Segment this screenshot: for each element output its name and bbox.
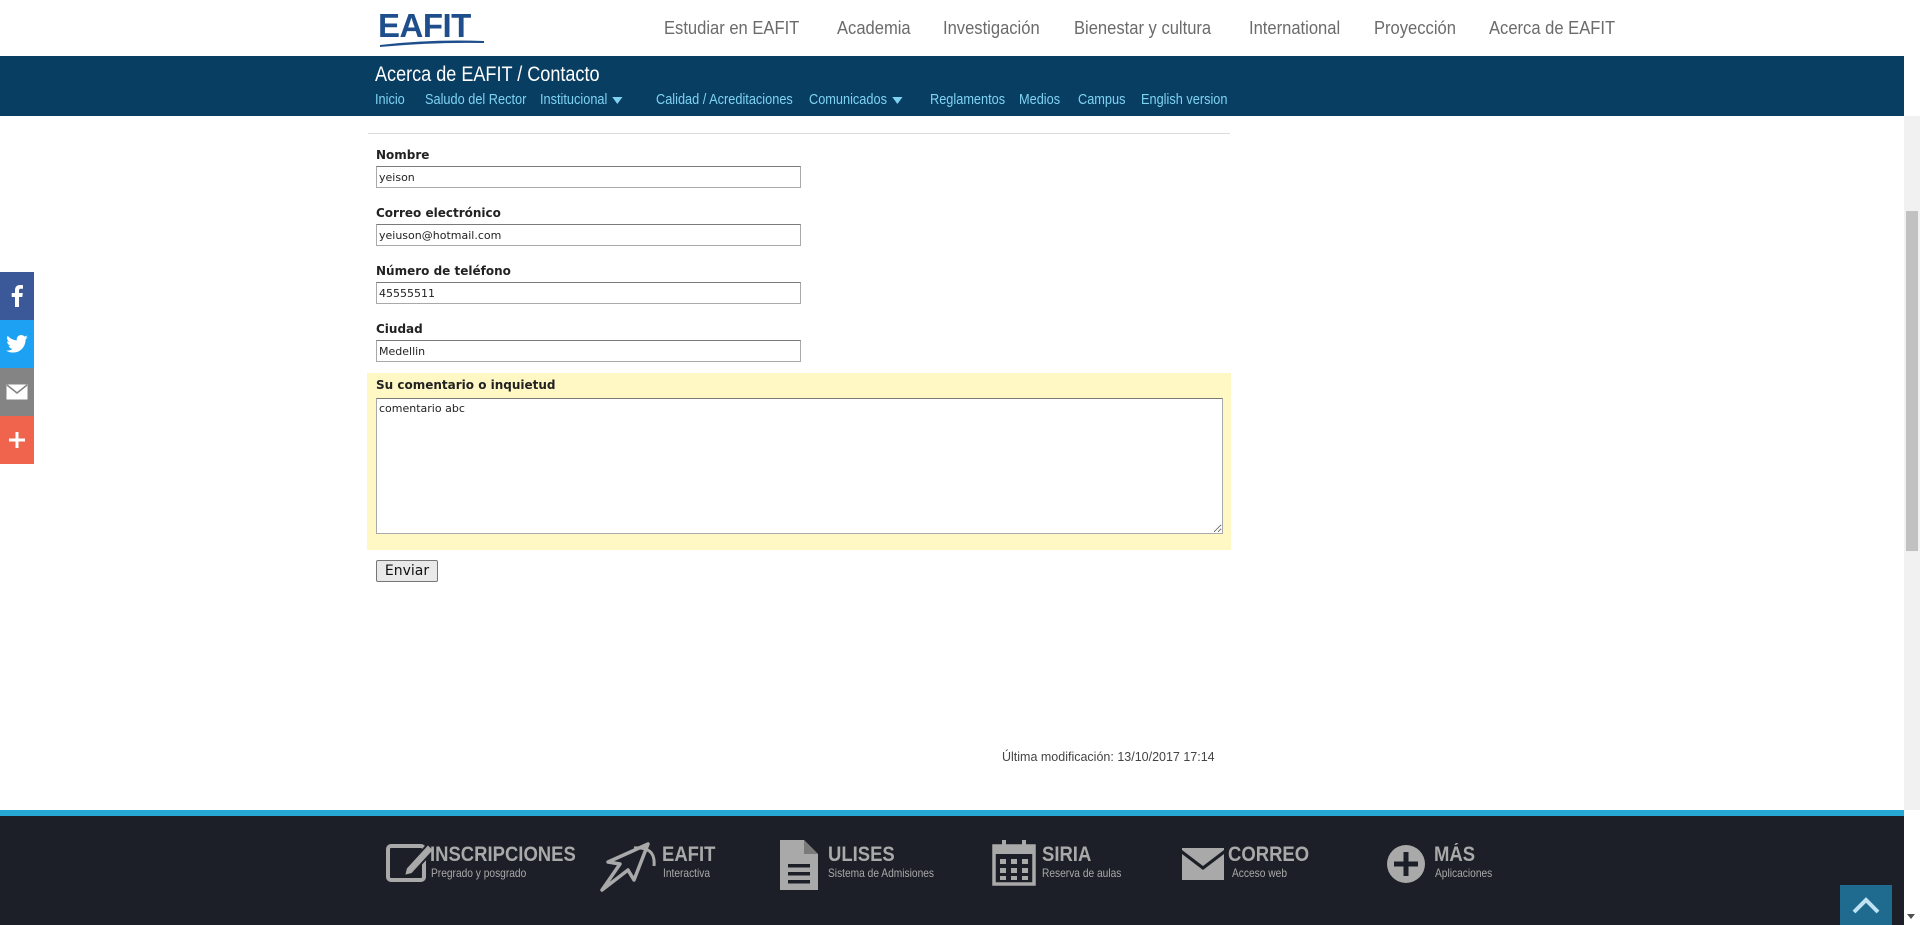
plus-circle-icon	[1387, 845, 1425, 883]
comment-field-highlight: Su comentario o inquietud comentario abc	[367, 373, 1231, 550]
facebook-icon	[11, 285, 23, 307]
ciudad-label: Ciudad	[376, 322, 423, 336]
subnav-calidad[interactable]: Calidad / Acreditaciones	[656, 89, 793, 111]
main-nav: Estudiar en EAFIT Academia Investigación…	[664, 16, 1652, 40]
back-to-top-button[interactable]	[1840, 885, 1892, 925]
nav-proyeccion[interactable]: Proyección	[1374, 16, 1456, 40]
nav-investigacion[interactable]: Investigación	[943, 16, 1040, 40]
form-top-divider	[368, 133, 1230, 134]
subnav-comunicados[interactable]: Comunicados	[809, 89, 903, 111]
section-bar: Acerca de EAFIT / Contacto Inicio Saludo…	[0, 56, 1904, 116]
last-modified-text: Última modificación: 13/10/2017 17:14	[1002, 750, 1215, 764]
nav-academia[interactable]: Academia	[837, 16, 911, 40]
correo-label: Correo electrónico	[376, 206, 501, 220]
share-twitter-button[interactable]	[0, 320, 34, 368]
page-scrollbar[interactable]	[1904, 116, 1920, 810]
telefono-label: Número de teléfono	[376, 264, 511, 278]
share-email-button[interactable]	[0, 368, 34, 416]
app-subtitle: Interactiva	[663, 866, 711, 880]
app-inscripciones[interactable]: INSCRIPCIONES Pregrado y posgrado	[386, 838, 576, 894]
ciudad-input[interactable]	[376, 340, 801, 362]
share-facebook-button[interactable]	[0, 272, 34, 320]
eafit-logo[interactable]: EAFIT	[378, 8, 486, 47]
logo-swoosh-icon	[380, 40, 484, 47]
app-mas[interactable]: MÁS Aplicaciones	[1386, 838, 1516, 894]
email-icon	[6, 384, 28, 400]
telefono-input[interactable]	[376, 282, 801, 304]
share-more-button[interactable]	[0, 416, 34, 464]
subnav-comunicados-label: Comunicados	[809, 91, 887, 108]
subnav-reglamentos[interactable]: Reglamentos	[930, 89, 1005, 111]
nombre-label: Nombre	[376, 148, 430, 162]
plus-icon	[9, 432, 25, 448]
scroll-down-arrow-icon[interactable]	[1907, 914, 1915, 919]
chevron-down-icon	[612, 96, 623, 104]
subnav-english[interactable]: English version	[1141, 89, 1227, 111]
subnav-medios[interactable]: Medios	[1019, 89, 1060, 111]
subnav-inicio[interactable]: Inicio	[375, 89, 405, 111]
nombre-input[interactable]	[376, 166, 801, 188]
comentario-label: Su comentario o inquietud	[376, 378, 556, 392]
app-subtitle: Acceso web	[1232, 866, 1287, 880]
nav-bienestar[interactable]: Bienestar y cultura	[1074, 16, 1211, 40]
twitter-icon	[6, 335, 28, 353]
subnav-institucional-label: Institucional	[540, 91, 608, 108]
app-eafit-interactiva[interactable]: EAFIT Interactiva	[598, 838, 728, 894]
social-share-bar	[0, 272, 34, 464]
app-subtitle: Reserva de aulas	[1042, 866, 1122, 880]
app-title: INSCRIPCIONES	[430, 843, 576, 866]
app-subtitle: Sistema de Admisiones	[828, 866, 935, 880]
chevron-up-icon	[1852, 897, 1880, 914]
app-title: CORREO	[1228, 843, 1310, 866]
chevron-down-icon	[892, 96, 903, 104]
document-icon	[780, 840, 818, 890]
app-siria[interactable]: SIRIA Reserva de aulas	[992, 838, 1132, 894]
app-ulises[interactable]: ULISES Sistema de Admisiones	[778, 838, 948, 894]
nav-international[interactable]: International	[1249, 16, 1340, 40]
scrollbar-thumb[interactable]	[1906, 211, 1918, 551]
app-correo[interactable]: CORREO Acceso web	[1182, 838, 1322, 894]
email-input[interactable]	[376, 224, 801, 246]
app-title: SIRIA	[1042, 843, 1092, 866]
comentario-textarea[interactable]: comentario abc	[376, 398, 1223, 534]
top-header: EAFIT Estudiar en EAFIT Academia Investi…	[0, 0, 1904, 56]
app-subtitle: Pregrado y posgrado	[431, 866, 527, 880]
envelope-icon	[1182, 848, 1224, 880]
app-subtitle: Aplicaciones	[1435, 866, 1493, 880]
subnav-institucional[interactable]: Institucional	[540, 89, 623, 111]
enviar-button[interactable]: Enviar	[376, 560, 438, 582]
app-title: EAFIT	[662, 843, 716, 866]
subnav-campus[interactable]: Campus	[1078, 89, 1125, 111]
nav-acerca[interactable]: Acerca de EAFIT	[1489, 16, 1615, 40]
nav-estudiar[interactable]: Estudiar en EAFIT	[664, 16, 799, 40]
page-title: Acerca de EAFIT / Contacto	[375, 63, 600, 86]
footer-apps-bar: INSCRIPCIONES Pregrado y posgrado EAFIT …	[0, 816, 1904, 925]
subnav-saludo[interactable]: Saludo del Rector	[425, 89, 526, 111]
pencil-icon	[386, 842, 436, 882]
app-title: ULISES	[828, 843, 895, 866]
app-title: MÁS	[1434, 843, 1476, 866]
calendar-icon	[992, 840, 1036, 886]
cursor-icon	[600, 842, 656, 892]
